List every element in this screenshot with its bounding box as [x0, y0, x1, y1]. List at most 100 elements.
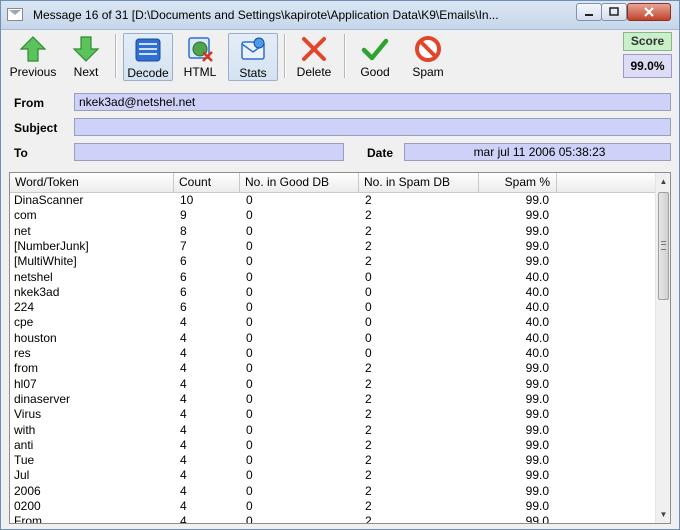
- decode-button[interactable]: Decode: [123, 33, 173, 81]
- cell-count: 6: [180, 300, 187, 315]
- column-header-good-db[interactable]: No. in Good DB: [240, 173, 359, 192]
- html-button[interactable]: HTML: [177, 33, 223, 81]
- cell-spam-db: 2: [365, 193, 372, 207]
- cell-count: 8: [180, 223, 187, 238]
- scroll-down-icon[interactable]: ▼: [656, 506, 670, 523]
- table-row[interactable]: res 4 0 0 40.0: [10, 346, 655, 361]
- cell-count: 4: [180, 407, 187, 422]
- maximize-button[interactable]: [601, 3, 627, 21]
- close-button[interactable]: [627, 3, 671, 21]
- cell-good-db: 0: [246, 468, 253, 483]
- date-label: Date: [367, 146, 394, 160]
- cell-count: 4: [180, 437, 187, 452]
- column-header-spam-db[interactable]: No. in Spam DB: [359, 173, 479, 192]
- date-field[interactable]: mar jul 11 2006 05:38:23: [404, 143, 671, 161]
- cell-spam-percent: 40.0: [525, 269, 549, 284]
- grip-icon: [661, 241, 666, 250]
- cell-count: 4: [180, 315, 187, 330]
- cell-spam-percent: 99.0: [525, 223, 549, 238]
- table-row[interactable]: dinaserver 4 0 2 99.0: [10, 392, 655, 407]
- cell-word: net: [14, 223, 31, 238]
- table-row[interactable]: 0200 4 0 2 99.0: [10, 499, 655, 514]
- cell-spam-db: 2: [365, 376, 372, 391]
- cell-word: Virus: [14, 407, 42, 422]
- cell-count: 6: [180, 284, 187, 299]
- cell-spam-percent: 99.0: [525, 453, 549, 468]
- next-label: Next: [73, 65, 99, 79]
- table-row[interactable]: nkek3ad 6 0 0 40.0: [10, 285, 655, 300]
- cell-good-db: 0: [246, 437, 253, 452]
- minimize-button[interactable]: [576, 3, 602, 21]
- cell-spam-db: 2: [365, 499, 372, 513]
- spam-button[interactable]: Spam: [405, 33, 451, 81]
- cell-word: 224: [14, 300, 35, 315]
- cell-spam-percent: 99.0: [525, 254, 549, 269]
- delete-x-icon: [302, 37, 326, 61]
- table-row[interactable]: Virus 4 0 2 99.0: [10, 407, 655, 422]
- cell-spam-db: 2: [365, 238, 372, 253]
- to-field[interactable]: [74, 143, 344, 161]
- column-header-word[interactable]: Word/Token: [10, 173, 174, 192]
- cell-count: 9: [180, 208, 187, 223]
- cell-spam-db: 2: [365, 437, 372, 452]
- vertical-scrollbar[interactable]: ▲ ▼: [655, 173, 670, 523]
- cell-spam-percent: 99.0: [525, 193, 549, 207]
- document-lines-icon: [135, 38, 161, 62]
- table-row[interactable]: com 9 0 2 99.0: [10, 208, 655, 223]
- table-row[interactable]: DinaScanner 10 0 2 99.0: [10, 193, 655, 208]
- score-panel: Score 99.0%: [623, 32, 672, 78]
- from-field[interactable]: nkek3ad@netshel.net: [74, 93, 671, 111]
- column-header-count[interactable]: Count: [174, 173, 240, 192]
- cell-count: 4: [180, 514, 187, 524]
- toolbar-separator: [115, 34, 117, 78]
- table-row[interactable]: houston 4 0 0 40.0: [10, 331, 655, 346]
- table-row[interactable]: net 8 0 2 99.0: [10, 224, 655, 239]
- html-label: HTML: [183, 65, 217, 79]
- next-button[interactable]: Next: [64, 33, 108, 81]
- score-value: 99.0%: [623, 54, 672, 78]
- previous-button[interactable]: Previous: [6, 33, 60, 81]
- cell-good-db: 0: [246, 284, 253, 299]
- table-row[interactable]: from 4 0 2 99.0: [10, 361, 655, 376]
- table-row[interactable]: anti 4 0 2 99.0: [10, 438, 655, 453]
- cell-word: 2006: [14, 483, 41, 498]
- cell-spam-db: 0: [365, 330, 372, 345]
- cell-spam-percent: 40.0: [525, 300, 549, 315]
- cell-spam-db: 2: [365, 361, 372, 376]
- cell-good-db: 0: [246, 453, 253, 468]
- good-button[interactable]: Good: [352, 33, 398, 81]
- table-row[interactable]: [MultiWhite] 6 0 2 99.0: [10, 254, 655, 269]
- delete-button[interactable]: Delete: [291, 33, 337, 81]
- cell-count: 4: [180, 346, 187, 360]
- table-row[interactable]: cpe 4 0 0 40.0: [10, 315, 655, 330]
- column-header-spam-percent[interactable]: Spam %: [479, 173, 557, 192]
- scroll-thumb[interactable]: [658, 192, 669, 300]
- table-row[interactable]: [NumberJunk] 7 0 2 99.0: [10, 239, 655, 254]
- cell-spam-percent: 99.0: [525, 514, 549, 524]
- table-row[interactable]: 2006 4 0 2 99.0: [10, 484, 655, 499]
- title-bar[interactable]: Message 16 of 31 [D:\Documents and Setti…: [1, 1, 679, 30]
- cell-count: 4: [180, 483, 187, 498]
- table-row[interactable]: Jul 4 0 2 99.0: [10, 468, 655, 483]
- cell-word: netshel: [14, 269, 53, 284]
- cell-word: res: [14, 346, 31, 360]
- token-table: Word/Token Count No. in Good DB No. in S…: [9, 172, 671, 524]
- cell-spam-percent: 40.0: [525, 346, 549, 360]
- stats-button[interactable]: Stats: [228, 33, 278, 81]
- table-row[interactable]: Tue 4 0 2 99.0: [10, 453, 655, 468]
- cell-word: hl07: [14, 376, 37, 391]
- good-label: Good: [360, 65, 390, 79]
- cell-spam-db: 0: [365, 300, 372, 315]
- cell-spam-db: 2: [365, 468, 372, 483]
- subject-field[interactable]: [74, 118, 671, 136]
- table-row[interactable]: From 4 0 2 99.0: [10, 514, 655, 524]
- cell-good-db: 0: [246, 208, 253, 223]
- table-row[interactable]: with 4 0 2 99.0: [10, 423, 655, 438]
- to-label: To: [14, 146, 28, 160]
- cell-spam-db: 2: [365, 453, 372, 468]
- scroll-up-icon[interactable]: ▲: [656, 173, 670, 190]
- table-row[interactable]: netshel 6 0 0 40.0: [10, 270, 655, 285]
- arrow-up-icon: [19, 36, 47, 62]
- table-row[interactable]: 224 6 0 0 40.0: [10, 300, 655, 315]
- table-row[interactable]: hl07 4 0 2 99.0: [10, 377, 655, 392]
